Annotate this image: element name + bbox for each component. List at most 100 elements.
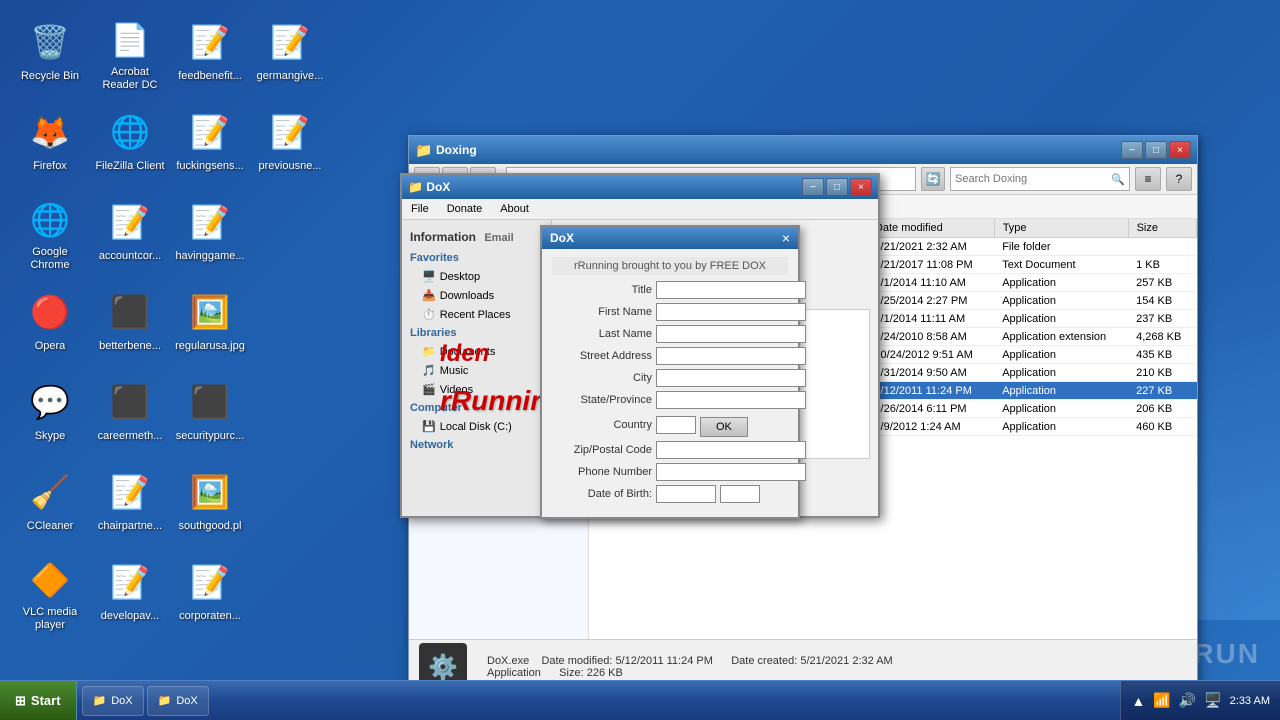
file-type: Application — [994, 292, 1128, 310]
dox-minimize-button[interactable]: − — [802, 178, 824, 196]
icon-regularusa[interactable]: 🖼️ regularusa.jpg — [170, 280, 250, 370]
form-input-city[interactable] — [656, 369, 806, 387]
dox-menu-about[interactable]: About — [496, 201, 533, 217]
view-options-button[interactable]: ≡ — [1135, 167, 1161, 191]
iden-overlay: Iden — [440, 340, 489, 368]
help-button[interactable]: ? — [1166, 167, 1192, 191]
taskbar-item-explorer[interactable]: 📁 DoX — [82, 686, 144, 716]
search-icon[interactable]: 🔍 — [1111, 173, 1125, 186]
careermeth-icon: ⬛ — [106, 378, 154, 426]
icon-havinggame[interactable]: 📝 havinggame... — [170, 190, 250, 280]
icon-googlechrome[interactable]: 🌐 Google Chrome — [10, 190, 90, 280]
dox-documents-icon: 📁 — [422, 345, 436, 358]
form-input-country[interactable] — [656, 416, 696, 434]
icon-southgood[interactable]: 🖼️ southgood.pl — [170, 460, 250, 550]
col-header-type[interactable]: Type — [994, 219, 1128, 238]
dox-menu-bar: File Donate About — [402, 199, 878, 220]
tray-expand-icon[interactable]: ▲ — [1131, 693, 1145, 709]
monitor-tray-icon[interactable]: 🖥️ — [1204, 692, 1221, 709]
refresh-button[interactable]: 🔄 — [921, 167, 945, 191]
file-size: 460 KB — [1128, 418, 1196, 436]
dox-network-header: Network — [402, 436, 551, 454]
icon-feedbenefit[interactable]: 📝 feedbenefit... — [170, 10, 250, 100]
icon-fuckingsens[interactable]: 📝 fuckingsens... — [170, 100, 250, 190]
file-size: 154 KB — [1128, 292, 1196, 310]
icon-securitypurc[interactable]: ⬛ securitypurc... — [170, 370, 250, 460]
form-input-state[interactable] — [656, 391, 806, 409]
dox-menu-file[interactable]: File — [407, 201, 433, 217]
form-row-zip: Zip/Postal Code — [552, 441, 788, 459]
icon-skype[interactable]: 💬 Skype — [10, 370, 90, 460]
icon-recycle-bin[interactable]: 🗑️ Recycle Bin — [10, 10, 90, 100]
explorer-maximize-button[interactable]: □ — [1145, 141, 1167, 159]
icon-previousne[interactable]: 📝 previousne... — [250, 100, 330, 190]
file-date: 5/21/2021 2:32 AM — [866, 238, 994, 256]
start-button[interactable]: ⊞ Start — [0, 681, 77, 720]
col-header-date[interactable]: Date modified — [866, 219, 994, 238]
network-tray-icon[interactable]: 📶 — [1153, 692, 1170, 709]
dox-recent-icon: ⏱️ — [422, 308, 436, 321]
developmentv-label: developav... — [101, 610, 160, 623]
form-input-street[interactable] — [656, 347, 806, 365]
form-ok-button[interactable]: OK — [700, 417, 748, 437]
form-input-dob-day[interactable] — [720, 485, 760, 503]
col-header-size[interactable]: Size — [1128, 219, 1196, 238]
form-input-phone[interactable] — [656, 463, 806, 481]
dox-maximize-button[interactable]: □ — [826, 178, 848, 196]
icon-vlcmedia[interactable]: 🔶 VLC media player — [10, 550, 90, 640]
icon-germangivc[interactable]: 📝 germangive... — [250, 10, 330, 100]
form-input-firstname[interactable] — [656, 303, 806, 321]
taskbar-item-dox[interactable]: 📁 DoX — [147, 686, 209, 716]
form-popup-close-button[interactable]: × — [782, 230, 790, 246]
taskbar: ⊞ Start 📁 DoX 📁 DoX ▲ 📶 🔊 🖥️ 2:33 AM — [0, 680, 1280, 720]
volume-tray-icon[interactable]: 🔊 — [1179, 692, 1196, 709]
form-input-zip[interactable] — [656, 441, 806, 459]
icon-acrobat[interactable]: 📄 Acrobat Reader DC — [90, 10, 170, 100]
taskbar-explorer-label: DoX — [111, 695, 132, 707]
form-input-dob-month[interactable] — [656, 485, 716, 503]
skype-icon: 💬 — [26, 378, 74, 426]
status-filename-label: DoX.exe — [487, 655, 529, 667]
icon-careermeth[interactable]: ⬛ careermeth... — [90, 370, 170, 460]
explorer-close-button[interactable]: × — [1169, 141, 1191, 159]
corporaten-icon: 📝 — [186, 558, 234, 606]
form-row-phone: Phone Number — [552, 463, 788, 481]
icon-betterbene[interactable]: ⬛ betterbene... — [90, 280, 170, 370]
icon-opera[interactable]: 🔴 Opera — [10, 280, 90, 370]
icon-firefox[interactable]: 🦊 Firefox — [10, 100, 90, 190]
form-label-phone: Phone Number — [552, 466, 652, 478]
dox-sidebar-downloads[interactable]: 📥 Downloads — [402, 286, 551, 305]
acrobat-icon: 📄 — [106, 18, 154, 62]
file-type: Application — [994, 418, 1128, 436]
securitypurc-icon: ⬛ — [186, 378, 234, 426]
file-type: Application — [994, 310, 1128, 328]
form-row-city: City — [552, 369, 788, 387]
dox-sidebar-recent-places[interactable]: ⏱️ Recent Places — [402, 305, 551, 324]
system-time[interactable]: 2:33 AM — [1230, 695, 1270, 707]
icon-ccleaner[interactable]: 🧹 CCleaner — [10, 460, 90, 550]
betterbene-label: betterbene... — [99, 340, 161, 353]
dox-window-controls: − □ × — [802, 178, 872, 196]
form-input-title[interactable] — [656, 281, 806, 299]
icon-chairpartne[interactable]: 📝 chairpartne... — [90, 460, 170, 550]
betterbene-icon: ⬛ — [106, 288, 154, 336]
dox-menu-donate[interactable]: Donate — [443, 201, 486, 217]
search-bar[interactable]: 🔍 — [950, 167, 1130, 191]
vlcmedia-label: VLC media player — [14, 606, 86, 632]
explorer-minimize-button[interactable]: − — [1121, 141, 1143, 159]
form-label-city: City — [552, 372, 652, 384]
icon-corporaten[interactable]: 📝 corporaten... — [170, 550, 250, 640]
icon-developmentv[interactable]: 📝 developav... — [90, 550, 170, 640]
feedbenefit-label: feedbenefit... — [178, 70, 242, 83]
search-input[interactable] — [955, 173, 1111, 185]
dox-sidebar-local-disk[interactable]: 💾 Local Disk (C:) — [402, 417, 551, 436]
form-input-lastname[interactable] — [656, 325, 806, 343]
icon-filezilla[interactable]: 🌐 FileZilla Client — [90, 100, 170, 190]
dox-sidebar-desktop[interactable]: 🖥️ Desktop — [402, 267, 551, 286]
fuckingsens-label: fuckingsens... — [176, 160, 243, 173]
dox-close-button[interactable]: × — [850, 178, 872, 196]
file-size: 1 KB — [1128, 256, 1196, 274]
havinggame-label: havinggame... — [175, 250, 244, 263]
icon-accountcor[interactable]: 📝 accountcor... — [90, 190, 170, 280]
fuckingsens-icon: 📝 — [186, 108, 234, 156]
